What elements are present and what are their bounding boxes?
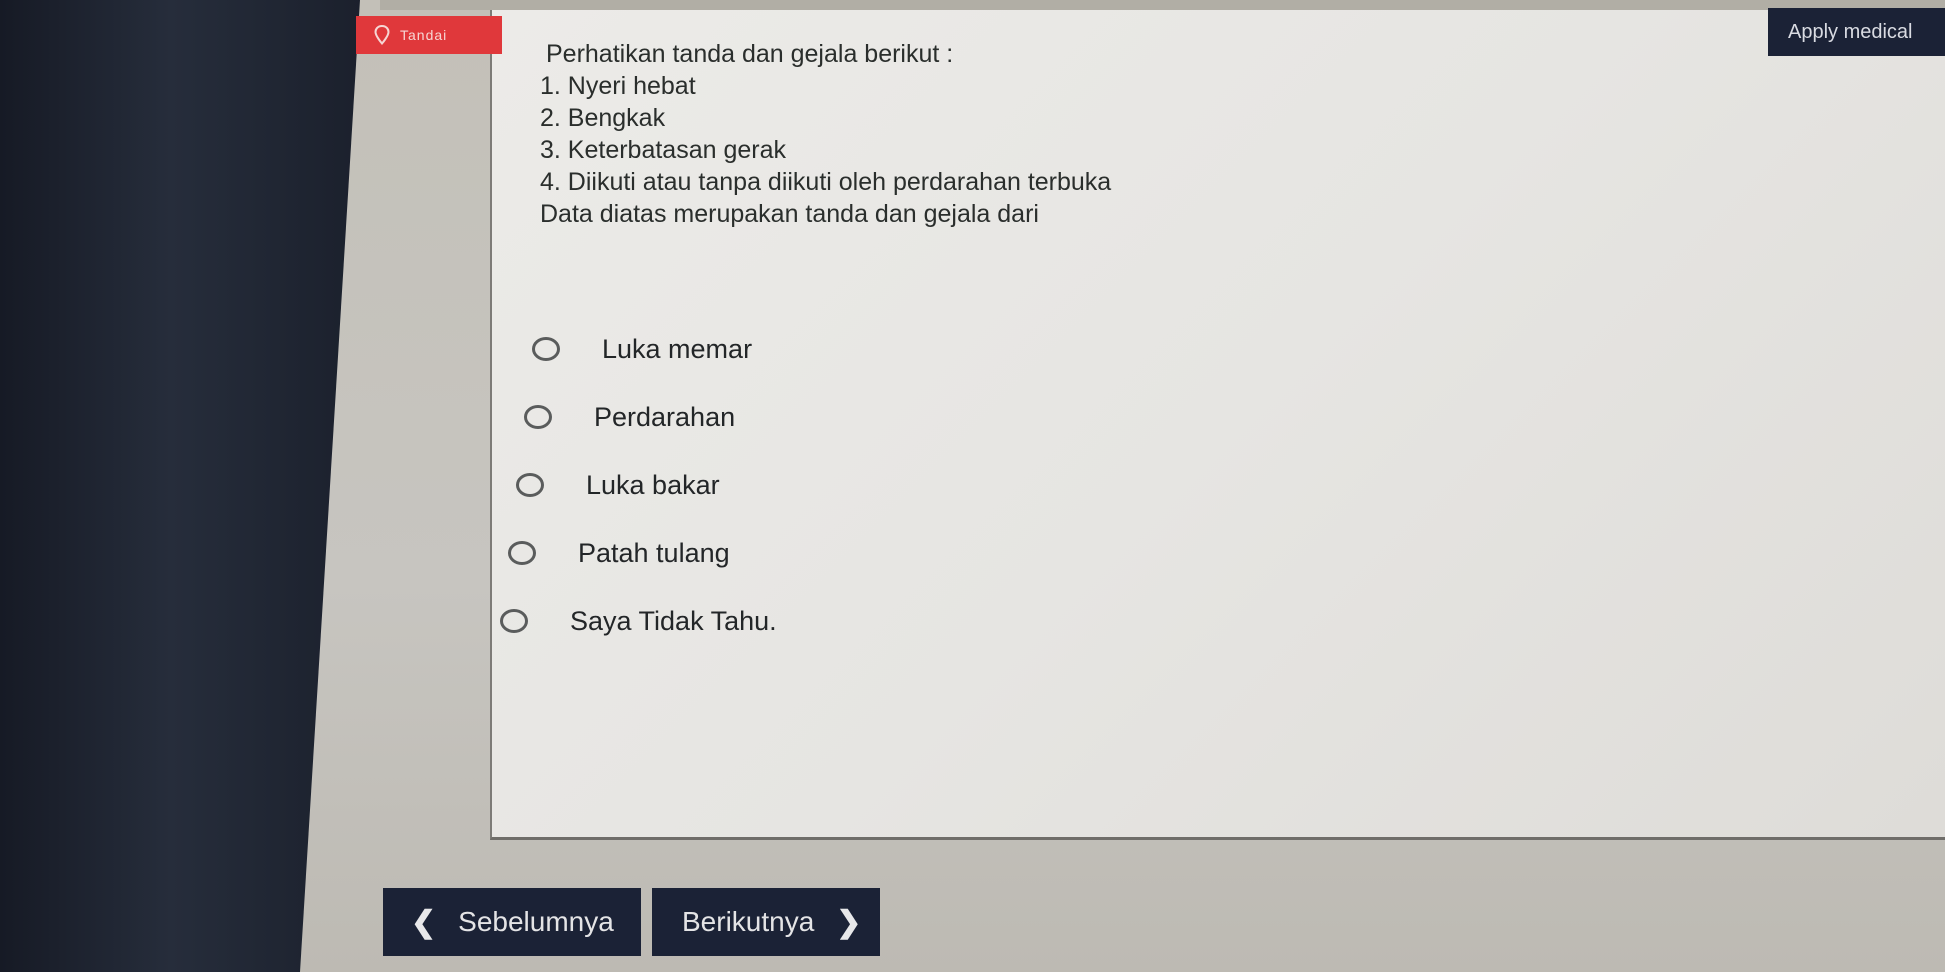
apply-medical-button[interactable]: Apply medical: [1768, 8, 1945, 56]
option-label: Patah tulang: [578, 537, 730, 568]
question-intro: Perhatikan tanda dan gejala berikut :: [546, 40, 954, 68]
next-button[interactable]: Berikutnya ❯: [652, 888, 880, 956]
symptom-list: 1. Nyeri hebat 2. Bengkak 3. Keterbatasa…: [540, 70, 1111, 198]
answer-option[interactable]: Perdarahan: [524, 383, 777, 451]
symptom-item: 2. Bengkak: [540, 104, 666, 132]
radio-button[interactable]: [508, 541, 536, 565]
radio-button[interactable]: [532, 337, 560, 361]
symptom-item: 4. Diikuti atau tanpa diikuti oleh perda…: [540, 168, 1112, 196]
question-closing: Data diatas merupakan tanda dan gejala d…: [540, 200, 1039, 228]
option-label: Saya Tidak Tahu.: [570, 605, 777, 636]
radio-button[interactable]: [524, 405, 552, 429]
option-label: Luka bakar: [586, 469, 720, 500]
symptom-item: 1. Nyeri hebat: [540, 72, 696, 100]
answer-option[interactable]: Patah tulang: [508, 519, 777, 587]
radio-button[interactable]: [516, 473, 544, 497]
apply-button-label: Apply medical: [1788, 20, 1913, 43]
radio-button[interactable]: [500, 609, 528, 633]
answer-option[interactable]: Saya Tidak Tahu.: [500, 587, 777, 655]
option-label: Perdarahan: [594, 401, 736, 432]
previous-button-label: Sebelumnya: [458, 906, 614, 937]
chevron-left-icon: ❮: [411, 905, 437, 939]
flag-question-button[interactable]: Tandai: [356, 16, 502, 54]
flag-button-label: Tandai: [400, 27, 448, 43]
previous-button[interactable]: ❮ Sebelumnya: [383, 888, 641, 956]
answer-option[interactable]: Luka memar: [532, 315, 777, 383]
option-label: Luka memar: [602, 333, 753, 364]
top-strip: [380, 0, 1945, 10]
next-button-label: Berikutnya: [682, 906, 815, 937]
symptom-item: 3. Keterbatasan gerak: [540, 136, 786, 164]
answer-options: Luka memar Perdarahan Luka bakar Patah t…: [500, 315, 777, 655]
map-pin-icon: [374, 25, 390, 45]
chevron-right-icon: ❯: [836, 905, 862, 939]
answer-option[interactable]: Luka bakar: [516, 451, 777, 519]
question-text: Perhatikan tanda dan gejala berikut : 1.…: [540, 38, 1111, 230]
